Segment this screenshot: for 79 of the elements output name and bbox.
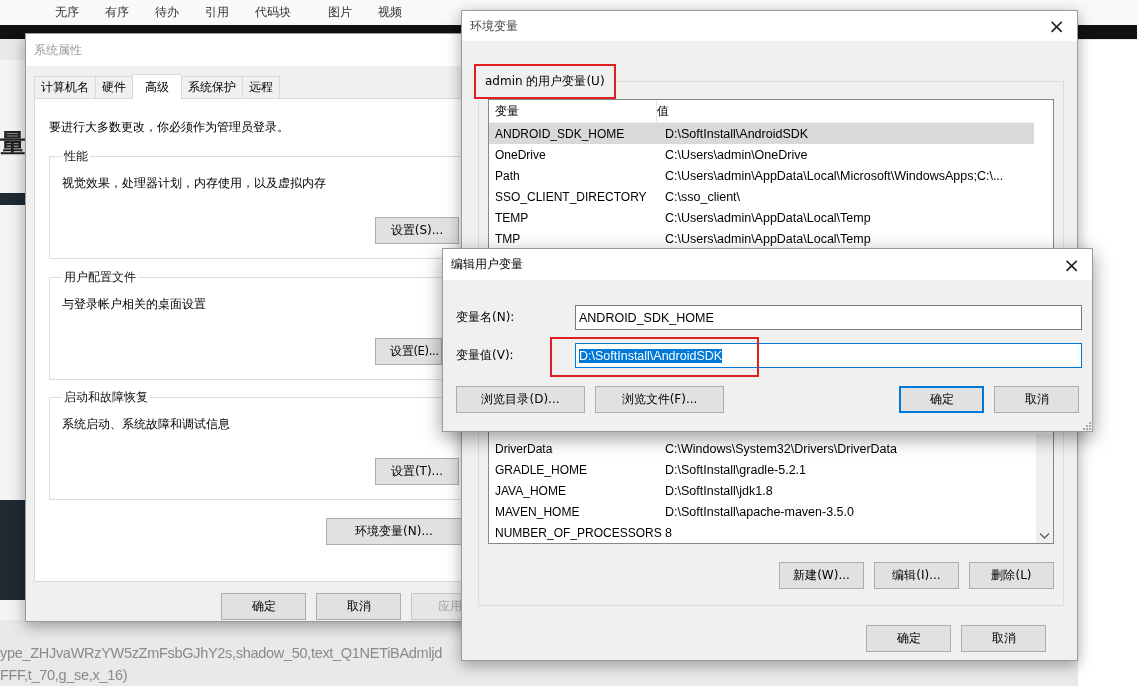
toolbar-item[interactable]: 视频 <box>378 4 428 21</box>
dialog-button[interactable]: 取消 <box>316 593 401 620</box>
variable-name: NUMBER_OF_PROCESSORS <box>494 525 663 540</box>
variable-name: ANDROID_SDK_HOME <box>494 126 626 141</box>
variable-value: C:\sso_client\ <box>665 189 742 204</box>
list-row[interactable]: TEMP C:\Users\admin\AppData\Local\Temp <box>489 207 1034 228</box>
list-row[interactable]: Path C:\Users\admin\AppData\Local\Microsoft\WindowsApps;C:\... <box>489 165 1034 186</box>
close-button[interactable]: × <box>1059 254 1084 275</box>
tab[interactable]: 远程 <box>242 76 280 98</box>
group-description: 系统启动、系统故障和调试信息 <box>62 416 230 433</box>
dialog-button[interactable]: 确定 <box>221 593 306 620</box>
variable-name: DriverData <box>494 441 554 456</box>
variable-name: MAVEN_HOME <box>494 504 581 519</box>
variable-name: OneDrive <box>494 147 547 162</box>
variable-value: C:\Users\admin\AppData\Local\Temp <box>665 210 872 225</box>
settings-button[interactable]: 设置(E)... <box>375 338 442 365</box>
group-description: 视觉效果，处理器计划，内存使用，以及虚拟内存 <box>62 175 326 192</box>
list-row[interactable]: OneDrive C:\Users\admin\OneDrive <box>489 144 1034 165</box>
url-text: FFF,t_70,g_se,x_16) <box>0 666 129 685</box>
settings-button[interactable]: 设置(T)... <box>375 458 459 485</box>
variable-value: D:\SoftInstall\apache-maven-3.5.0 <box>665 504 855 519</box>
chevron-down-icon[interactable] <box>1039 532 1050 540</box>
page-heading: 量 <box>0 127 25 160</box>
tab[interactable]: 计算机名 <box>34 76 96 98</box>
list-row[interactable]: SSO_CLIENT_DIRECTORY C:\sso_client\ <box>489 186 1034 207</box>
field-label: 变量名(N): <box>456 309 516 326</box>
variable-value: D:\SoftInstall\jdk1.8 <box>665 483 774 498</box>
list-row[interactable]: TMP C:\Users\admin\AppData\Local\Temp <box>489 228 1034 249</box>
variable-value: C:\Users\admin\AppData\Local\Temp <box>665 231 872 246</box>
list-row[interactable]: ANDROID_SDK_HOME D:\SoftInstall\AndroidSDK <box>489 123 1034 144</box>
admin-note: 要进行大多数更改，你必须作为管理员登录。 <box>49 119 290 134</box>
window-title: 编辑用户变量 <box>451 256 523 273</box>
dialog-button[interactable]: 确定 <box>866 625 951 652</box>
dialog-button[interactable]: 浏览目录(D)... <box>456 386 585 413</box>
environment-variables-button[interactable]: 环境变量(N)... <box>326 518 462 545</box>
url-text: ype_ZHJvaWRzYW5zZmFsbGJhY2s,shadow_50,text_Q1NETiBAdmljd <box>0 644 442 663</box>
toolbar-item[interactable]: 无序 <box>55 4 105 21</box>
text-field[interactable]: D:\SoftInstall\AndroidSDK <box>575 343 1082 368</box>
dialog-button[interactable]: 取消 <box>994 386 1079 413</box>
dark-banner <box>0 193 25 205</box>
toolbar-item[interactable]: 图片 <box>328 4 378 21</box>
variable-name: JAVA_HOME <box>494 483 567 498</box>
group-title: admin 的用户变量(U) <box>474 64 616 99</box>
list-action-button[interactable]: 新建(W)... <box>779 562 864 589</box>
variable-name: TEMP <box>494 210 530 225</box>
list-action-button[interactable]: 编辑(I)... <box>874 562 959 589</box>
toolbar-item[interactable]: 代码块 <box>255 4 328 21</box>
column-header[interactable]: 变量 <box>489 100 657 122</box>
close-button[interactable]: × <box>1044 16 1069 36</box>
resize-grip-icon[interactable] <box>1081 420 1091 430</box>
tab[interactable]: 高级 <box>132 74 182 99</box>
variable-name: SSO_CLIENT_DIRECTORY <box>494 189 648 204</box>
variable-name: Path <box>494 168 521 183</box>
group-title: 用户配置文件 <box>63 269 137 286</box>
column-header[interactable]: 值 <box>657 100 1034 122</box>
toolbar-item[interactable]: 有序 <box>105 4 155 21</box>
variable-value: D:\SoftInstall\gradle-5.2.1 <box>665 462 808 477</box>
group-title: 启动和故障恢复 <box>63 389 149 406</box>
list-action-button[interactable]: 删除(L) <box>969 562 1054 589</box>
toolbar-item[interactable]: 引用 <box>205 4 255 21</box>
variable-value: 8 <box>665 525 673 540</box>
dialog-button[interactable]: 取消 <box>961 625 1046 652</box>
toolbar-item[interactable]: 待办 <box>155 4 205 21</box>
variable-value: C:\Windows\System32\Drivers\DriverData <box>665 441 898 456</box>
field-label: 变量值(V): <box>456 347 515 364</box>
variable-name: TMP <box>494 231 522 246</box>
window-title: 环境变量 <box>470 17 518 35</box>
settings-button[interactable]: 设置(S)... <box>375 217 459 244</box>
scrollbar[interactable] <box>1036 434 1053 543</box>
group-description: 与登录帐户相关的桌面设置 <box>62 296 206 313</box>
dialog-button[interactable]: 浏览文件(F)... <box>595 386 724 413</box>
group-title: 性能 <box>63 148 89 165</box>
dialog-button[interactable]: 确定 <box>899 386 984 413</box>
variable-name: GRADLE_HOME <box>494 462 589 477</box>
variable-value: D:\SoftInstall\AndroidSDK <box>665 126 810 141</box>
variable-value: C:\Users\admin\OneDrive <box>665 147 809 162</box>
text-field[interactable]: ANDROID_SDK_HOME <box>575 305 1082 330</box>
variable-value: C:\Users\admin\AppData\Local\Microsoft\WindowsApps;C:\... <box>665 168 1005 183</box>
window-title: 系统属性 <box>34 41 82 59</box>
